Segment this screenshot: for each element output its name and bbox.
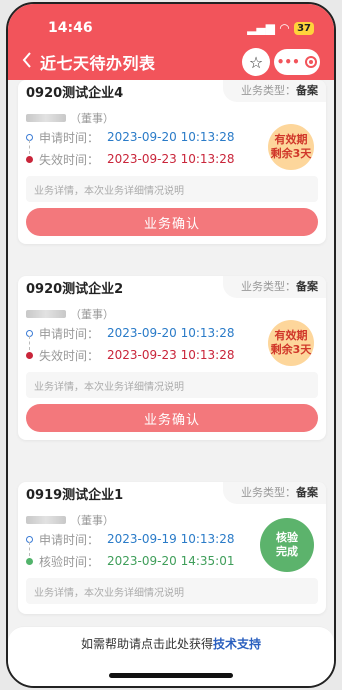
- timeline: 申请时间： 2023-09-20 10:13:28 失效时间： 2023-09-…: [18, 124, 326, 170]
- mini-program-capsule[interactable]: •••: [274, 49, 320, 75]
- apply-time-value: 2023-09-19 10:13:28: [107, 532, 235, 546]
- app-header: 14:46 ▂▄▆ ◠ 37 近七天待办列表 ☆ •••: [8, 4, 334, 80]
- card-header: 0919测试企业1 业务类型：备案: [18, 482, 326, 504]
- help-text: 如需帮助请点击此处获得技术支持: [8, 635, 334, 652]
- expire-time-value: 2023-09-23 10:13:28: [107, 348, 235, 362]
- company-name: 0920测试企业4: [26, 85, 124, 101]
- person-name-blurred: [26, 310, 66, 318]
- apply-time-label: 申请时间：: [39, 532, 100, 547]
- apply-time-value: 2023-09-20 10:13:28: [107, 326, 235, 340]
- tech-support-link[interactable]: 技术支持: [213, 637, 261, 651]
- expire-time-label: 失效时间：: [39, 348, 100, 363]
- verified-badge: 核验 完成: [260, 518, 314, 572]
- help-footer: 如需帮助请点击此处获得技术支持: [8, 626, 334, 686]
- timeline-connector: [29, 140, 30, 154]
- company-name: 0920测试企业2: [26, 281, 124, 297]
- business-type: 业务类型：备案: [223, 80, 326, 102]
- status-time: 14:46: [48, 20, 93, 36]
- badge-line2: 剩余3天: [270, 147, 312, 160]
- validity-badge: 有效期 剩余3天: [268, 124, 314, 170]
- phone-screen: 14:46 ▂▄▆ ◠ 37 近七天待办列表 ☆ ••• 0920测试企业4 业…: [6, 2, 336, 688]
- timeline: 申请时间： 2023-09-20 10:13:28 失效时间： 2023-09-…: [18, 320, 326, 366]
- business-type-label: 业务类型：: [241, 84, 296, 97]
- business-type-value: 备案: [296, 486, 318, 499]
- business-type: 业务类型：备案: [223, 276, 326, 298]
- card-header: 0920测试企业2 业务类型：备案: [18, 276, 326, 298]
- verify-time-value: 2023-09-20 14:35:01: [107, 554, 235, 568]
- person-row: （董事）: [26, 306, 326, 322]
- apply-time-value: 2023-09-20 10:13:28: [107, 130, 235, 144]
- person-name-blurred: [26, 114, 66, 122]
- star-icon[interactable]: ☆: [242, 48, 270, 76]
- todo-card: 0919测试企业1 业务类型：备案 （董事） 申请时间： 2023-09-19 …: [18, 482, 326, 614]
- wifi-icon: ◠: [279, 21, 290, 35]
- timeline-red-dot-icon: [26, 155, 33, 163]
- card-header: 0920测试企业4 业务类型：备案: [18, 80, 326, 102]
- business-detail[interactable]: 业务详情，本次业务详细情况说明: [26, 176, 318, 202]
- timeline: 申请时间： 2023-09-19 10:13:28 核验时间： 2023-09-…: [18, 518, 326, 572]
- home-indicator[interactable]: [109, 673, 233, 678]
- business-type-label: 业务类型：: [241, 486, 296, 499]
- apply-time-label: 申请时间：: [39, 130, 100, 145]
- badge-line1: 有效期: [274, 329, 308, 342]
- apply-time-label: 申请时间：: [39, 326, 100, 341]
- timeline-green-dot-icon: [26, 557, 33, 565]
- status-bar: 14:46 ▂▄▆ ◠ 37: [48, 18, 314, 38]
- todo-card: 0920测试企业2 业务类型：备案 （董事） 申请时间： 2023-09-20 …: [18, 276, 326, 440]
- badge-line1: 核验: [276, 531, 298, 544]
- business-detail[interactable]: 业务详情，本次业务详细情况说明: [26, 372, 318, 398]
- person-role: （董事）: [70, 308, 114, 321]
- business-detail[interactable]: 业务详情，本次业务详细情况说明: [26, 578, 318, 604]
- timeline-connector: [29, 542, 30, 556]
- title-bar: 近七天待办列表 ☆ •••: [8, 48, 334, 76]
- timeline-connector: [29, 336, 30, 350]
- todo-list: 0920测试企业4 业务类型：备案 （董事） 申请时间： 2023-09-20 …: [8, 80, 334, 626]
- page-title: 近七天待办列表: [40, 54, 156, 73]
- back-chevron-icon[interactable]: [22, 51, 36, 73]
- confirm-button[interactable]: 业务确认: [26, 208, 318, 236]
- business-type-value: 备案: [296, 84, 318, 97]
- todo-card: 0920测试企业4 业务类型：备案 （董事） 申请时间： 2023-09-20 …: [18, 80, 326, 244]
- validity-badge: 有效期 剩余3天: [268, 320, 314, 366]
- expire-time-value: 2023-09-23 10:13:28: [107, 152, 235, 166]
- company-name: 0919测试企业1: [26, 487, 124, 503]
- person-role: （董事）: [70, 514, 114, 527]
- more-icon[interactable]: •••: [277, 55, 300, 69]
- business-type: 业务类型：备案: [223, 482, 326, 504]
- close-target-icon[interactable]: [305, 56, 318, 68]
- person-role: （董事）: [70, 112, 114, 125]
- person-name-blurred: [26, 516, 66, 524]
- expire-time-label: 失效时间：: [39, 152, 100, 167]
- timeline-red-dot-icon: [26, 351, 33, 359]
- battery-icon: 37: [294, 21, 314, 35]
- badge-line2: 剩余3天: [270, 343, 312, 356]
- business-type-value: 备案: [296, 280, 318, 293]
- status-icons: ▂▄▆ ◠ 37: [247, 21, 314, 35]
- signal-icon: ▂▄▆: [247, 21, 275, 35]
- person-row: （董事）: [26, 110, 326, 126]
- verify-time-label: 核验时间：: [39, 554, 100, 569]
- badge-line1: 有效期: [274, 133, 308, 146]
- confirm-button[interactable]: 业务确认: [26, 404, 318, 432]
- badge-line2: 完成: [276, 545, 298, 558]
- help-prefix: 如需帮助请点击此处获得: [80, 637, 213, 651]
- business-type-label: 业务类型：: [241, 280, 296, 293]
